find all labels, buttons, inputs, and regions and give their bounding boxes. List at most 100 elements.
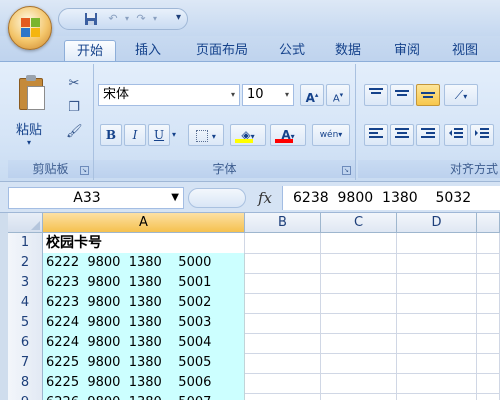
cell-d[interactable] [397, 353, 477, 374]
row-header[interactable]: 9 [8, 393, 43, 400]
font-size-dropdown-icon[interactable]: ▾ [281, 85, 293, 105]
cut-icon[interactable]: ✂ [66, 76, 82, 92]
formula-bar-splitter[interactable] [188, 188, 246, 208]
grow-font-button[interactable]: A▴ [300, 84, 324, 106]
cell-c[interactable] [321, 393, 397, 400]
column-header-b[interactable]: B [245, 213, 321, 233]
cell-c[interactable] [321, 313, 397, 334]
paste-icon[interactable] [14, 74, 50, 114]
card-number-cell[interactable]: 6222 9800 1380 5000 [43, 253, 245, 274]
row-header[interactable]: 7 [8, 353, 43, 374]
row-header[interactable]: 2 [8, 253, 43, 274]
card-number-cell[interactable]: 6223 9800 1380 5001 [43, 273, 245, 294]
cell-d[interactable] [397, 293, 477, 314]
column-header-c[interactable]: C [321, 213, 397, 233]
cell-b[interactable] [245, 333, 321, 354]
customize-qat-icon[interactable]: ▾ [176, 12, 181, 23]
cell-d[interactable] [397, 313, 477, 334]
align-bottom-button[interactable] [416, 84, 440, 106]
card-number-cell[interactable]: 6223 9800 1380 5002 [43, 293, 245, 314]
cell-e[interactable] [477, 253, 500, 274]
card-number-cell[interactable]: 6224 9800 1380 5004 [43, 333, 245, 354]
cell-b[interactable] [245, 353, 321, 374]
font-name-combo[interactable]: 宋体 ▾ [98, 84, 240, 106]
paste-dropdown-icon[interactable]: ▾ [27, 138, 31, 147]
cell-c[interactable] [321, 273, 397, 294]
bold-button[interactable]: B [100, 124, 122, 146]
cell-b[interactable] [245, 393, 321, 400]
cell-d[interactable] [397, 233, 477, 254]
phonetic-button[interactable]: wén▾ [312, 124, 350, 146]
align-right-button[interactable] [416, 124, 440, 146]
row-header[interactable]: 4 [8, 293, 43, 314]
tab-formulas[interactable]: 公式 [268, 40, 316, 62]
shrink-font-button[interactable]: A▾ [326, 84, 350, 106]
increase-indent-button[interactable] [470, 124, 494, 146]
align-left-button[interactable] [364, 124, 388, 146]
cell-c[interactable] [321, 373, 397, 394]
cell-d[interactable] [397, 333, 477, 354]
clipboard-launcher-icon[interactable]: ↘ [80, 166, 89, 175]
insert-function-icon[interactable]: fx [258, 189, 272, 207]
tab-home[interactable]: 开始 [64, 40, 116, 62]
cell-e[interactable] [477, 313, 500, 334]
cell-e[interactable] [477, 233, 500, 254]
card-number-cell[interactable]: 6225 9800 1380 5006 [43, 373, 245, 394]
select-all-button[interactable] [8, 213, 43, 233]
cell-b[interactable] [245, 253, 321, 274]
cell-c[interactable] [321, 293, 397, 314]
cell-b[interactable] [245, 313, 321, 334]
font-launcher-icon[interactable]: ↘ [342, 166, 351, 175]
name-box[interactable]: A33 ▼ [8, 187, 184, 209]
align-top-button[interactable] [364, 84, 388, 106]
cell-c[interactable] [321, 333, 397, 354]
copy-icon[interactable]: ❐ [66, 100, 82, 116]
card-number-cell[interactable]: 6224 9800 1380 5003 [43, 313, 245, 334]
cell-e[interactable] [477, 273, 500, 294]
formula-input[interactable]: 6238 9800 1380 5032 [282, 186, 500, 210]
cell-c[interactable] [321, 353, 397, 374]
cell-d[interactable] [397, 373, 477, 394]
align-middle-button[interactable] [390, 84, 414, 106]
tab-page-layout[interactable]: 页面布局 [182, 40, 262, 62]
name-box-dropdown-icon[interactable]: ▼ [171, 188, 179, 208]
save-icon[interactable] [83, 12, 99, 26]
font-name-dropdown-icon[interactable]: ▾ [227, 85, 239, 105]
cell-c[interactable] [321, 233, 397, 254]
tab-view[interactable]: 视图 [440, 40, 490, 62]
cell-c[interactable] [321, 253, 397, 274]
cell-e[interactable] [477, 353, 500, 374]
cell-d[interactable] [397, 393, 477, 400]
row-header[interactable]: 6 [8, 333, 43, 354]
column-header-a[interactable]: A [43, 213, 245, 233]
row-header[interactable]: 3 [8, 273, 43, 294]
row-header[interactable]: 1 [8, 233, 43, 254]
cell-b[interactable] [245, 373, 321, 394]
decrease-indent-button[interactable] [444, 124, 468, 146]
orientation-button[interactable]: ⟋▾ [444, 84, 478, 106]
tab-review[interactable]: 审阅 [380, 40, 434, 62]
format-painter-icon[interactable]: 🖌 [66, 124, 83, 140]
cell-d[interactable] [397, 253, 477, 274]
card-number-cell[interactable]: 6225 9800 1380 5005 [43, 353, 245, 374]
font-color-button[interactable]: A▾ [270, 124, 306, 146]
tab-data[interactable]: 数据 [322, 40, 374, 62]
office-button[interactable] [8, 6, 52, 50]
column-header-d[interactable]: D [397, 213, 477, 233]
fill-color-button[interactable]: ◈▾ [230, 124, 266, 146]
cell-e[interactable] [477, 393, 500, 400]
font-size-combo[interactable]: 10 ▾ [242, 84, 294, 106]
row-header[interactable]: 8 [8, 373, 43, 394]
cell-b[interactable] [245, 233, 321, 254]
italic-button[interactable]: I [124, 124, 146, 146]
redo-dropdown-icon[interactable]: ▾ [147, 12, 163, 26]
row-header[interactable]: 5 [8, 313, 43, 334]
tab-insert[interactable]: 插入 [122, 40, 174, 62]
cell-b[interactable] [245, 273, 321, 294]
card-number-cell[interactable]: 6226 9800 1380 5007 [43, 393, 245, 400]
paste-button-label[interactable]: 粘贴 [16, 119, 42, 138]
cell-e[interactable] [477, 373, 500, 394]
underline-dropdown-icon[interactable]: ▾ [172, 130, 176, 139]
cell-e[interactable] [477, 333, 500, 354]
column-title-cell[interactable]: 校园卡号 [43, 233, 245, 254]
